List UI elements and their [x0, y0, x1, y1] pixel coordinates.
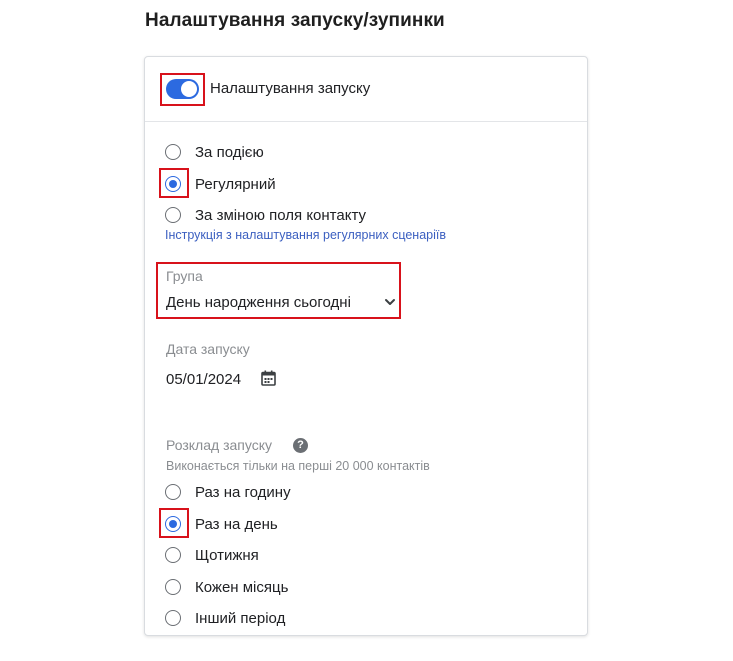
radio-label: Щотижня: [195, 546, 259, 564]
toggle-label: Налаштування запуску: [210, 80, 371, 97]
radio-label: Раз на годину: [195, 483, 291, 501]
radio-label: Раз на день: [195, 515, 278, 533]
radio-button[interactable]: [165, 144, 181, 160]
radio-option-regular[interactable]: Регулярний: [165, 173, 276, 195]
launch-date-input[interactable]: 05/01/2024: [166, 371, 241, 388]
radio-label: Інший період: [195, 609, 286, 627]
radio-button[interactable]: [165, 484, 181, 500]
radio-label: За подією: [195, 143, 264, 161]
radio-option-by-event[interactable]: За подією: [165, 141, 264, 163]
radio-button[interactable]: [165, 207, 181, 223]
group-label: Група: [166, 268, 203, 284]
radio-button[interactable]: [165, 516, 181, 532]
radio-option-monthly[interactable]: Кожен місяць: [165, 576, 288, 598]
question-circle-icon[interactable]: ?: [293, 438, 308, 453]
calendar-icon[interactable]: [261, 370, 276, 386]
section-title: Налаштування запуску/зупинки: [145, 10, 445, 31]
radio-option-weekly[interactable]: Щотижня: [165, 544, 259, 566]
radio-button[interactable]: [165, 176, 181, 192]
schedule-limit-note: Виконається тільки на перші 20 000 конта…: [166, 459, 430, 473]
page: Налаштування запуску/зупинки Налаштуванн…: [0, 0, 733, 661]
radio-button[interactable]: [165, 547, 181, 563]
radio-option-contact-field-change[interactable]: За зміною поля контакту: [165, 204, 366, 226]
card-header: Налаштування запуску: [145, 57, 587, 122]
chevron-down-icon[interactable]: [383, 295, 397, 309]
radio-option-hourly[interactable]: Раз на годину: [165, 481, 291, 503]
radio-button[interactable]: [165, 610, 181, 626]
toggle-highlight-frame: [160, 73, 205, 106]
radio-button[interactable]: [165, 579, 181, 595]
radio-label: Кожен місяць: [195, 578, 289, 596]
radio-label: Регулярний: [195, 175, 276, 193]
radio-option-daily[interactable]: Раз на день: [165, 513, 278, 535]
radio-option-other-period[interactable]: Інший період: [165, 607, 285, 629]
regular-scenarios-help-link[interactable]: Інструкція з налаштування регулярних сце…: [165, 228, 446, 242]
radio-label: За зміною поля контакту: [195, 206, 366, 224]
schedule-label: Розклад запуску: [166, 437, 272, 453]
launch-settings-card: Налаштування запуску За подією Регулярни…: [144, 56, 588, 636]
group-select[interactable]: День народження сьогодні: [166, 294, 351, 311]
launch-date-label: Дата запуску: [166, 341, 250, 357]
